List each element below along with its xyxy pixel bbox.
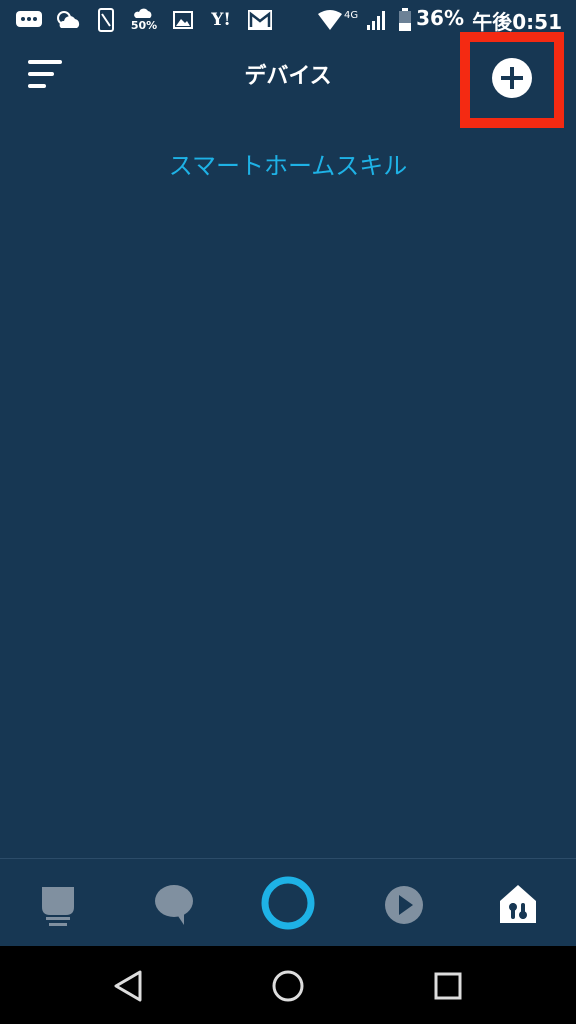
home-button-icon[interactable]: [270, 968, 306, 1004]
rain-icon: 50%: [128, 8, 160, 32]
battery-icon: [396, 8, 414, 32]
clock: 午後0:51: [472, 10, 562, 34]
smart-home-skill-link[interactable]: スマートホームスキル: [0, 146, 576, 181]
image-icon: [172, 8, 194, 32]
rain-percent: 50%: [130, 19, 158, 32]
phone-icon: [96, 8, 116, 32]
home-icon[interactable]: [34, 881, 82, 929]
app-header: デバイス: [0, 32, 576, 128]
back-icon[interactable]: [110, 968, 146, 1004]
bottom-nav: [0, 858, 576, 947]
play-icon[interactable]: [380, 881, 428, 929]
wifi-4g-icon: 4G 4G: [316, 8, 364, 32]
recents-icon[interactable]: [430, 968, 466, 1004]
chat-icon[interactable]: [150, 881, 198, 929]
android-nav-bar: [0, 946, 576, 1024]
signal-icon: [364, 8, 388, 32]
mail-icon: [246, 8, 274, 32]
alexa-icon[interactable]: [260, 875, 316, 931]
message-icon: [14, 8, 44, 32]
yahoo-icon: Y!: [211, 10, 231, 30]
add-device-button[interactable]: [492, 58, 532, 98]
weather-icon: [52, 8, 84, 32]
svg-text:4G: 4G: [344, 10, 358, 21]
devices-icon[interactable]: [494, 881, 542, 929]
battery-percent: 36%: [416, 6, 464, 30]
